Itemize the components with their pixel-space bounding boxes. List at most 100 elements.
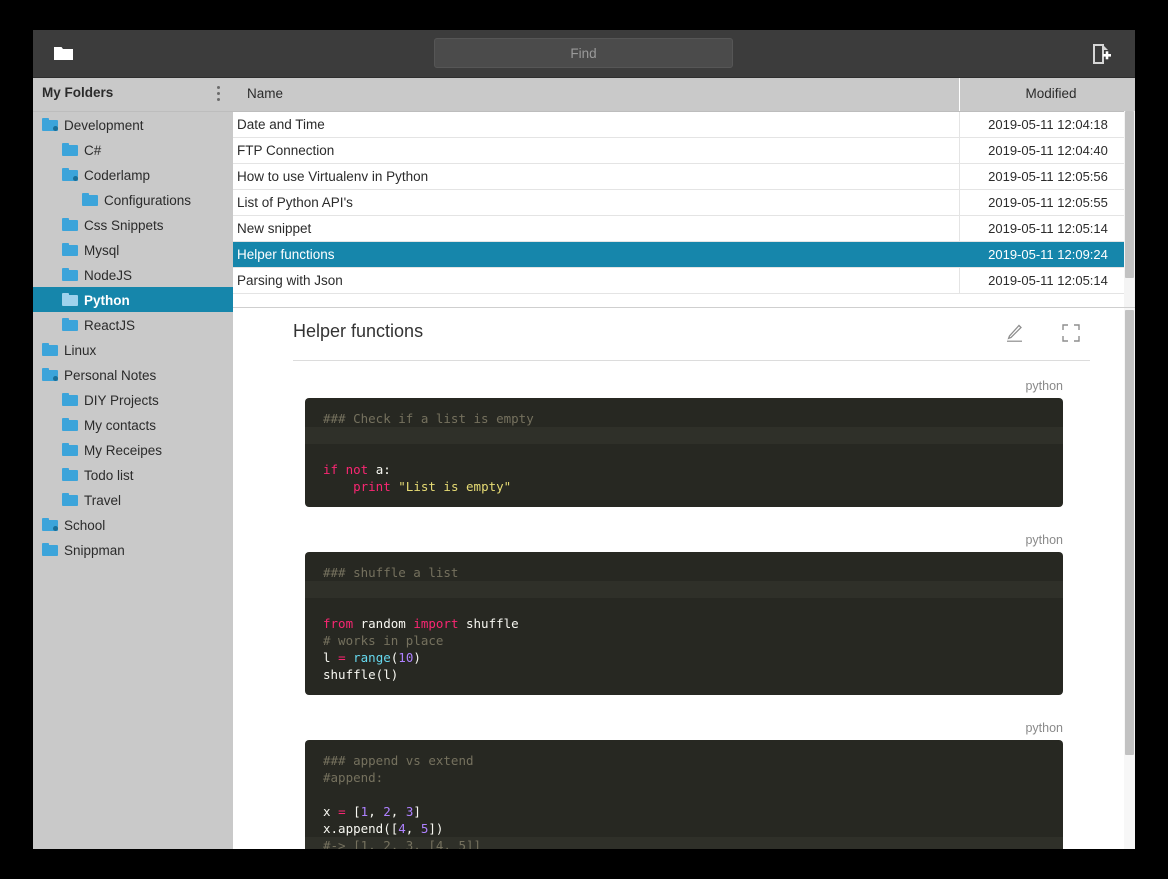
sidebar-item-label: Mysql	[84, 242, 120, 258]
language-label: python	[1025, 533, 1063, 547]
new-note-icon[interactable]	[1089, 42, 1113, 66]
code-line: #append:	[323, 770, 384, 785]
sidebar-item-label: DIY Projects	[84, 392, 159, 408]
column-header-name[interactable]: Name	[247, 86, 283, 101]
kebab-menu-icon[interactable]	[217, 86, 221, 104]
code-line: print "List is empty"	[353, 479, 512, 494]
code-line: x = [1, 2, 3]	[323, 804, 421, 819]
sidebar-item-coderlamp[interactable]: Coderlamp	[33, 162, 233, 187]
sidebar-item-label: My contacts	[84, 417, 157, 433]
code-line	[305, 427, 1063, 444]
table-row[interactable]: Parsing with Json 2019-05-11 12:05:14	[233, 268, 1135, 294]
sidebar-item-snippman[interactable]: Snippman	[33, 537, 233, 562]
sidebar-item-label: Python	[84, 292, 130, 308]
sidebar-item-mysql[interactable]: Mysql	[33, 237, 233, 262]
folder-icon	[62, 393, 78, 406]
folder-icon	[62, 168, 78, 181]
folder-icon	[62, 493, 78, 506]
folder-icon	[42, 368, 58, 381]
table-row[interactable]: List of Python API's 2019-05-11 12:05:55	[233, 190, 1135, 216]
note-modified: 2019-05-11 12:05:56	[988, 169, 1108, 184]
code-block[interactable]: ### append vs extend #append: x = [1, 2, …	[305, 740, 1063, 849]
sidebar-item-python[interactable]: Python	[33, 287, 233, 312]
column-header-modified[interactable]: Modified	[966, 86, 1135, 101]
folder-icon	[62, 293, 78, 306]
table-row[interactable]: How to use Virtualenv in Python 2019-05-1…	[233, 164, 1135, 190]
table-row[interactable]: Helper functions 2019-05-11 12:09:24	[233, 242, 1135, 268]
folder-icon	[62, 268, 78, 281]
code-line: from random import shuffle	[323, 616, 519, 631]
expand-icon[interactable]	[1060, 322, 1082, 344]
sidebar-item-reactjs[interactable]: ReactJS	[33, 312, 233, 337]
sidebar-item-label: Snippman	[64, 542, 125, 558]
scrollbar-thumb[interactable]	[1125, 310, 1134, 755]
sidebar-item-travel[interactable]: Travel	[33, 487, 233, 512]
table-row[interactable]: Date and Time 2019-05-11 12:04:18	[233, 112, 1135, 138]
sidebar-item-label: ReactJS	[84, 317, 136, 333]
code-line: # works in place	[323, 633, 444, 648]
table-row[interactable]: FTP Connection 2019-05-11 12:04:40	[233, 138, 1135, 164]
folder-icon	[62, 318, 78, 331]
sidebar-item-my-contacts[interactable]: My contacts	[33, 412, 233, 437]
editor-content: python ### Check if a list is empty if no…	[233, 361, 1135, 849]
note-editor: Helper functions python ### Check if a l…	[233, 308, 1135, 849]
sidebar-item-diy-projects[interactable]: DIY Projects	[33, 387, 233, 412]
sidebar-item-label: My Receipes	[84, 442, 163, 458]
note-name: List of Python API's	[237, 195, 353, 210]
sidebar-item-label: Configurations	[104, 192, 192, 208]
editor-scrollbar[interactable]	[1124, 308, 1135, 849]
note-modified: 2019-05-11 12:05:55	[988, 195, 1108, 210]
note-modified: 2019-05-11 12:04:18	[988, 117, 1108, 132]
folder-icon	[62, 243, 78, 256]
sidebar-header: My Folders	[33, 78, 233, 112]
code-line: ### shuffle a list	[323, 565, 459, 580]
note-name: Helper functions	[237, 247, 335, 262]
sidebar-item-nodejs[interactable]: NodeJS	[33, 262, 233, 287]
table-row[interactable]: New snippet 2019-05-11 12:05:14	[233, 216, 1135, 242]
code-line: x.append([4, 5])	[323, 821, 444, 836]
note-rows: Date and Time 2019-05-11 12:04:18 FTP Conn…	[233, 112, 1135, 294]
folder-icon	[62, 418, 78, 431]
code-line: #-> [1, 2, 3, [4, 5]]	[305, 837, 1063, 849]
folder-icon	[62, 143, 78, 156]
sidebar-item-label: Coderlamp	[84, 167, 151, 183]
folder-icon	[62, 468, 78, 481]
note-list-scrollbar[interactable]	[1124, 111, 1135, 307]
sidebar-item-label: NodeJS	[84, 267, 133, 283]
sidebar-item-development[interactable]: Development	[33, 112, 233, 137]
folders-sidebar: My Folders Development C# Coderlamp Configu…	[33, 78, 233, 849]
note-name: Date and Time	[237, 117, 325, 132]
sidebar-item-c-[interactable]: C#	[33, 137, 233, 162]
folder-tree: Development C# Coderlamp Configurations Css …	[33, 112, 233, 562]
note-name: New snippet	[237, 221, 312, 236]
sidebar-title: My Folders	[42, 85, 114, 100]
code-block[interactable]: ### Check if a list is empty if not a: p…	[305, 398, 1063, 507]
folder-icon	[42, 543, 58, 556]
code-line: shuffle(l)	[323, 667, 399, 682]
folder-icon	[42, 518, 58, 531]
note-list-header: Name Modified	[233, 78, 1135, 112]
sidebar-item-personal-notes[interactable]: Personal Notes	[33, 362, 233, 387]
folder-icon[interactable]	[53, 43, 75, 63]
sidebar-item-configurations[interactable]: Configurations	[33, 187, 233, 212]
folder-icon	[62, 218, 78, 231]
sidebar-item-label: Todo list	[84, 467, 134, 483]
note-modified: 2019-05-11 12:09:24	[988, 247, 1108, 262]
code-line: l = range(10)	[323, 650, 421, 665]
sidebar-item-label: Linux	[64, 342, 97, 358]
sidebar-item-school[interactable]: School	[33, 512, 233, 537]
code-block[interactable]: ### shuffle a list from random import sh…	[305, 552, 1063, 695]
sidebar-item-css-snippets[interactable]: Css Snippets	[33, 212, 233, 237]
top-toolbar: Find	[33, 30, 1135, 78]
sidebar-item-todo-list[interactable]: Todo list	[33, 462, 233, 487]
sidebar-item-linux[interactable]: Linux	[33, 337, 233, 362]
page-title: Helper functions	[293, 321, 424, 341]
pencil-icon[interactable]	[1003, 322, 1025, 344]
sidebar-item-my-receipes[interactable]: My Receipes	[33, 437, 233, 462]
search-input[interactable]: Find	[434, 38, 733, 68]
note-modified: 2019-05-11 12:05:14	[988, 273, 1108, 288]
scrollbar-thumb[interactable]	[1125, 111, 1134, 278]
folder-icon	[62, 443, 78, 456]
